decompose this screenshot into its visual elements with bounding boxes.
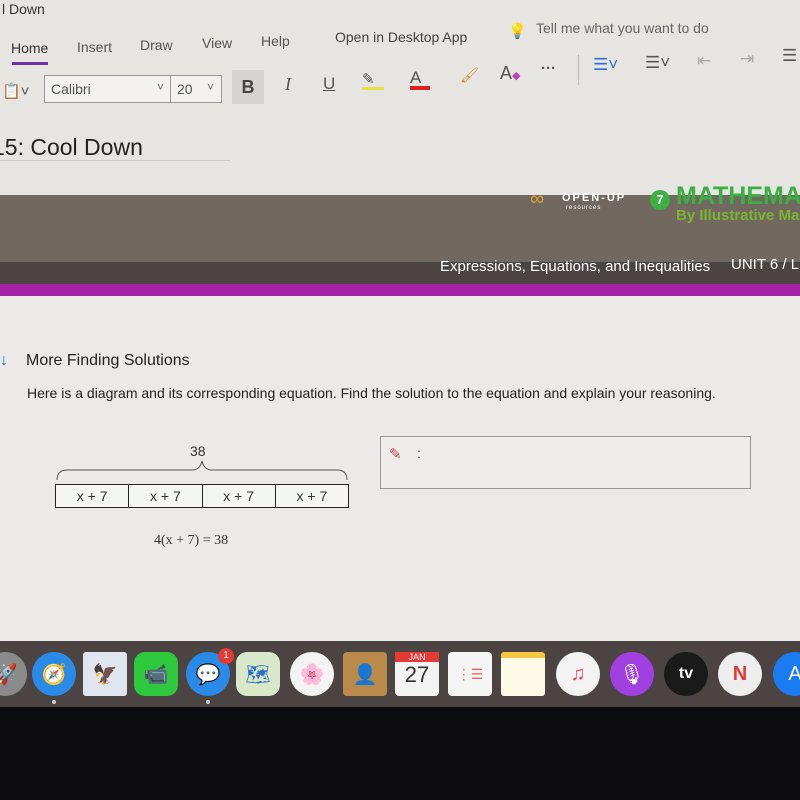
tv-label: tv <box>678 665 694 682</box>
tab-help[interactable]: Help <box>261 33 290 49</box>
diagram-total: 38 <box>190 443 206 459</box>
dock-tv-icon[interactable]: tv <box>664 652 708 696</box>
tape-segment: x + 7 <box>129 485 203 507</box>
unit-breadcrumb[interactable]: UNIT 6 / L <box>731 256 799 273</box>
chevron-down-icon: ˅ <box>157 80 165 94</box>
clear-formatting-icon[interactable]: A◆ <box>500 63 520 84</box>
tape-segment: x + 7 <box>203 485 276 507</box>
tape-segment: x + 7 <box>296 488 328 504</box>
bullets-icon[interactable]: ☰˅ <box>593 55 618 75</box>
running-indicator <box>206 700 210 704</box>
tab-draw[interactable]: Draw <box>140 37 173 53</box>
tab-view[interactable]: View <box>202 35 232 51</box>
chevron-down-icon: ˅ <box>207 80 215 94</box>
dock-facetime-icon[interactable]: 📹 <box>134 652 178 696</box>
tab-insert[interactable]: Insert <box>77 39 112 55</box>
tell-me-search[interactable]: Tell me what you want to do <box>536 20 709 36</box>
notification-badge: 1 <box>218 648 234 664</box>
numbering-icon[interactable]: ☰˅ <box>645 53 670 73</box>
dock-news-icon[interactable]: N <box>718 652 762 696</box>
font-color-icon[interactable]: A <box>410 68 430 90</box>
arrow-down-icon: ↓ <box>0 352 8 369</box>
activity-heading: More Finding Solutions <box>26 352 190 369</box>
answer-prefix: : <box>417 445 421 461</box>
divider <box>578 55 579 85</box>
course-subtitle: By Illustrative Ma <box>676 207 800 224</box>
font-selector[interactable]: Calibri ˅ 20 ˅ <box>44 75 222 103</box>
lightbulb-icon: 💡 <box>508 23 527 40</box>
indent-icon[interactable]: ⇥ <box>740 49 754 69</box>
title-underline <box>0 160 230 161</box>
open-desktop-app[interactable]: Open in Desktop App <box>335 29 467 45</box>
divider <box>170 76 171 102</box>
clipboard-icon[interactable]: 📋˅ <box>2 82 29 100</box>
font-name: Calibri <box>51 81 91 97</box>
calendar-month: JAN <box>395 652 439 662</box>
format-painter-icon[interactable]: 🖌 <box>460 66 479 84</box>
active-tab-underline <box>12 62 48 65</box>
tab-home[interactable]: Home <box>11 40 48 56</box>
accent-stripe <box>0 284 800 296</box>
dock-photos-icon[interactable]: 🌸 <box>290 652 334 696</box>
more-button[interactable]: ··· <box>541 60 556 77</box>
pencil-icon: ✎ <box>389 446 402 463</box>
running-indicator <box>52 700 56 704</box>
dock-mail-icon[interactable]: 🦅 <box>83 652 127 696</box>
open-up-logo-icon: ∞ <box>530 188 545 210</box>
answer-box[interactable]: ✎ : <box>380 436 751 489</box>
calendar-day: 27 <box>404 662 430 687</box>
equation: 4(x + 7) = 38 <box>154 533 229 548</box>
dock-reminders-icon[interactable]: ⋮☰ <box>448 652 492 696</box>
dock-notes-icon[interactable] <box>501 652 545 696</box>
brand-name: OPEN-UP <box>562 192 627 204</box>
highlight-icon[interactable]: ✎ <box>362 70 384 90</box>
bold-button[interactable]: B <box>232 70 264 104</box>
underline-button[interactable]: U <box>323 74 335 94</box>
dock-maps-icon[interactable]: 🗺 <box>236 652 280 696</box>
dock-music-icon[interactable]: ♫ <box>556 652 600 696</box>
dock-podcasts-icon[interactable]: 🎙 <box>610 652 654 696</box>
italic-button[interactable]: I <box>285 74 291 95</box>
brand-sub: resources <box>566 205 602 211</box>
font-size[interactable]: 20 <box>177 81 193 97</box>
page-title[interactable]: 15: Cool Down <box>0 134 143 161</box>
grade-badge: 7 <box>650 190 670 210</box>
align-icon[interactable]: ☰ <box>782 46 797 66</box>
dock-contacts-icon[interactable]: 👤 <box>343 652 387 696</box>
activity-prompt: Here is a diagram and its corresponding … <box>27 385 716 401</box>
outdent-icon[interactable]: ⇤ <box>697 51 711 71</box>
dock-safari-icon[interactable]: 🧭 <box>32 652 76 696</box>
unit-title[interactable]: Expressions, Equations, and Inequalities <box>440 258 710 275</box>
tape-segment: x + 7 <box>56 485 130 507</box>
tape-diagram: x + 7 x + 7 x + 7 x + 7 <box>55 484 349 508</box>
window-title: l Down <box>2 1 45 17</box>
diagram-brace <box>56 460 348 481</box>
